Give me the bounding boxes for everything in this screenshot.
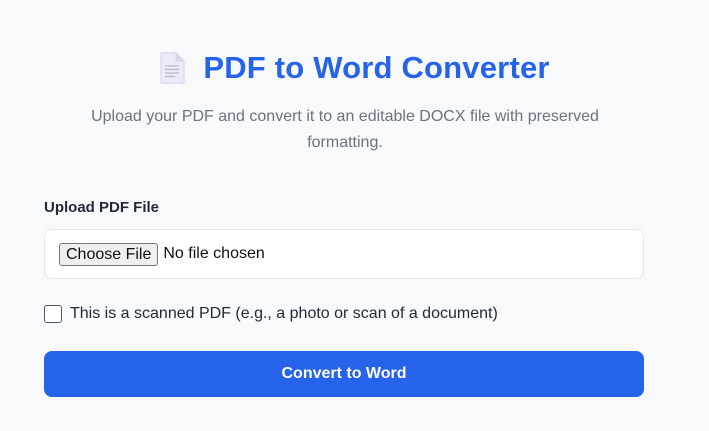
scanned-pdf-label[interactable]: This is a scanned PDF (e.g., a photo or … (70, 305, 498, 323)
file-input[interactable]: Choose File No file chosen (44, 229, 644, 279)
page-header: PDF to Word Converter (0, 50, 709, 86)
page-title: PDF to Word Converter (203, 50, 550, 85)
convert-button[interactable]: Convert to Word (44, 351, 644, 397)
document-icon (159, 52, 185, 84)
scanned-pdf-option[interactable]: This is a scanned PDF (e.g., a photo or … (44, 305, 498, 323)
page-subtitle: Upload your PDF and convert it to an edi… (91, 108, 599, 151)
choose-file-button[interactable]: Choose File (59, 242, 159, 266)
file-status: No file chosen (163, 245, 265, 262)
scanned-pdf-checkbox[interactable] (44, 305, 62, 323)
upload-label: Upload PDF File (44, 199, 160, 216)
converter-page: PDF to Word Converter Upload your PDF an… (0, 0, 709, 431)
